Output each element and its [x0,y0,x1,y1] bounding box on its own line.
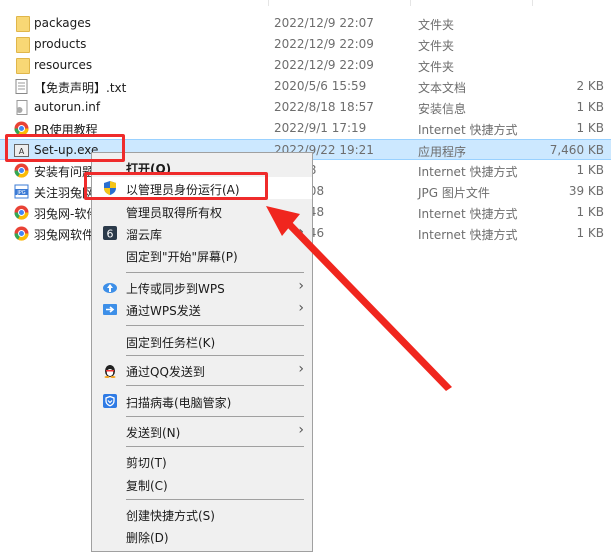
arrow-shaft [284,220,452,391]
annotation-arrow [266,206,452,391]
